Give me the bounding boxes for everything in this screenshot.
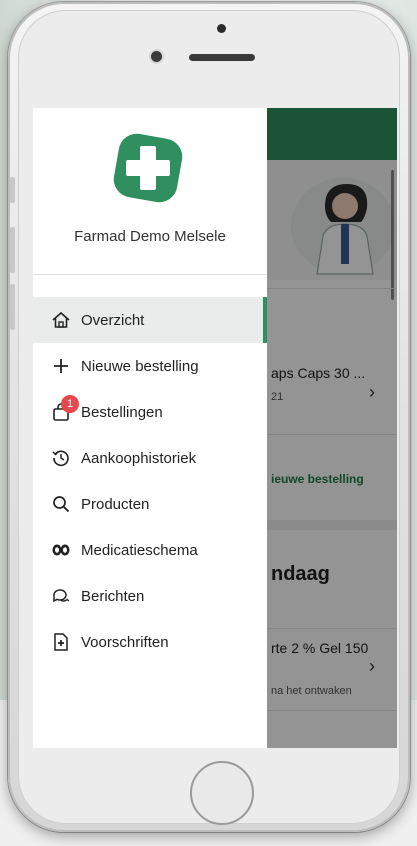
volume-down-button <box>10 284 15 330</box>
volume-up-button <box>10 227 15 273</box>
plus-icon <box>54 359 68 373</box>
pharmacy-cross-logo <box>113 133 183 203</box>
front-camera <box>151 51 162 62</box>
drawer-divider <box>33 274 267 275</box>
prescription-icon <box>54 633 68 651</box>
mute-switch <box>10 177 15 203</box>
phone-screen: aps Caps 30 ... 21 › ieuwe bestelling nd… <box>33 108 397 748</box>
earpiece-speaker <box>189 54 255 61</box>
menu-label: Medicatieschema <box>81 541 198 559</box>
menu-label: Nieuwe bestelling <box>81 357 199 375</box>
history-icon <box>52 450 69 467</box>
navigation-drawer: Farmad Demo Melsele Overzicht Nieuwe bes… <box>33 108 267 748</box>
menu-label: Overzicht <box>81 311 145 329</box>
menu-label: Bestellingen <box>81 403 163 421</box>
drawer-menu: Overzicht Nieuwe bestelling 1 Bestelling… <box>33 297 267 665</box>
menu-item-producten[interactable]: Producten <box>33 481 267 527</box>
menu-item-aankoophistoriek[interactable]: Aankoophistoriek <box>33 435 267 481</box>
chat-icon <box>53 589 70 603</box>
menu-item-medicatieschema[interactable]: Medicatieschema <box>33 527 267 573</box>
proximity-sensor <box>217 24 226 33</box>
menu-item-overzicht[interactable]: Overzicht <box>33 297 267 343</box>
orders-count-badge: 1 <box>61 395 79 413</box>
menu-label: Producten <box>81 495 150 513</box>
menu-item-voorschriften[interactable]: Voorschriften <box>33 619 267 665</box>
menu-item-bestellingen[interactable]: 1 Bestellingen <box>33 389 267 435</box>
store-name: Farmad Demo Melsele <box>74 228 226 245</box>
home-button[interactable] <box>190 761 254 825</box>
search-icon <box>53 496 70 513</box>
menu-label: Voorschriften <box>81 633 169 651</box>
menu-item-berichten[interactable]: Berichten <box>33 573 267 619</box>
home-icon <box>52 311 70 328</box>
menu-item-nieuwe-bestelling[interactable]: Nieuwe bestelling <box>33 343 267 389</box>
pills-icon <box>52 544 70 556</box>
menu-label: Berichten <box>81 587 145 605</box>
menu-label: Aankoophistoriek <box>81 449 197 467</box>
